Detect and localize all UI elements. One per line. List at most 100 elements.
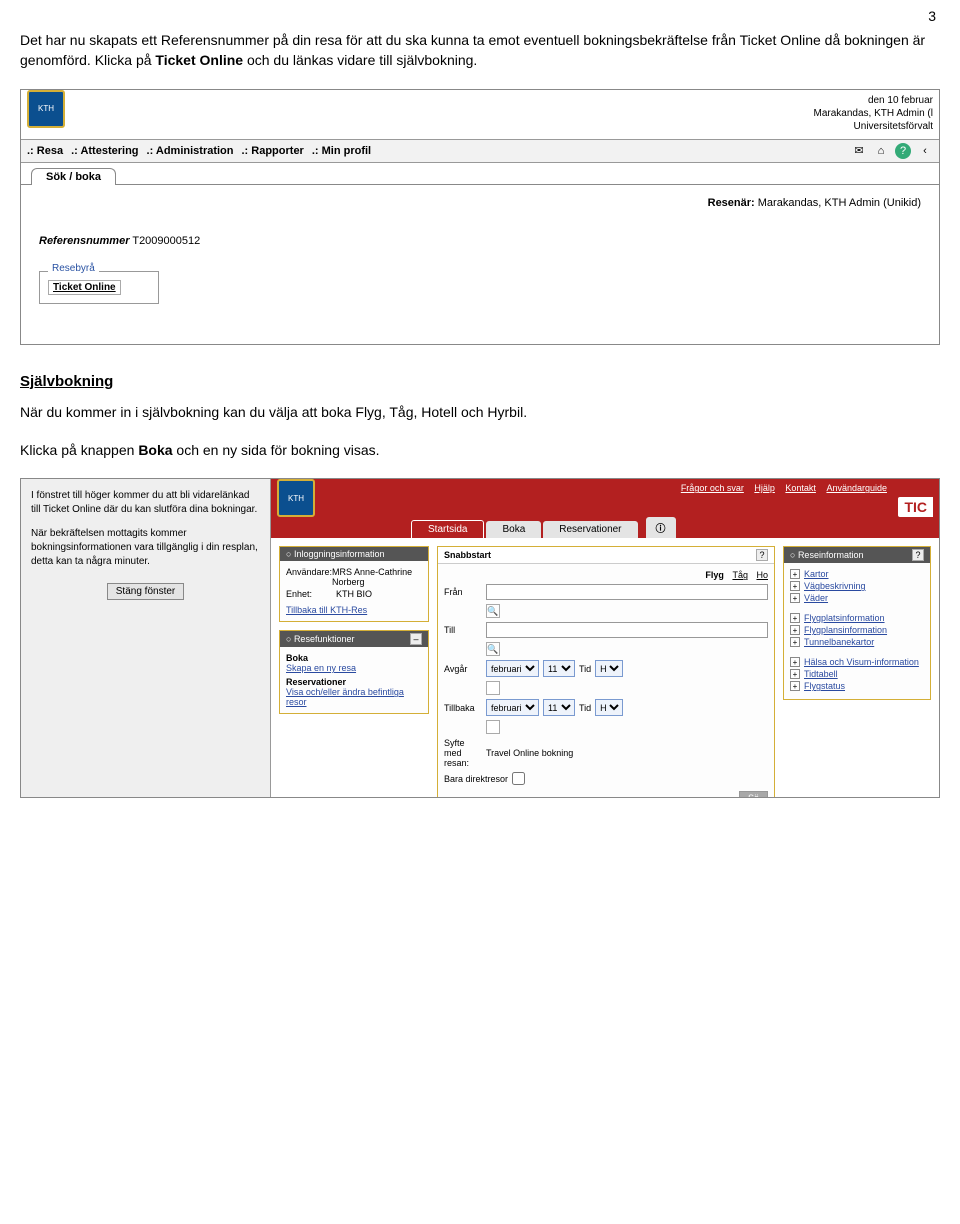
to-input[interactable] — [486, 622, 768, 638]
unit-key: Enhet: — [286, 589, 336, 599]
traveller-label: Resenär: — [708, 197, 755, 209]
link-flygstatus[interactable]: Flygstatus — [804, 681, 845, 691]
click-boka-bold: Boka — [138, 442, 172, 458]
quickstart-help-icon[interactable]: ? — [756, 549, 768, 561]
tab-search-book[interactable]: Sök / boka — [31, 168, 116, 185]
self-booking-heading: Självbokning — [20, 373, 940, 390]
header-org: Universitetsförvalt — [814, 120, 934, 133]
red-menu: Startsida Boka Reservationer ⓘ — [271, 517, 939, 538]
plus-icon[interactable]: + — [790, 613, 800, 623]
travel-agency-label: Resebyrå — [48, 263, 99, 274]
kth-logo-small: KTH — [277, 479, 315, 517]
red-header: KTH Frågor och svar Hjälp Kontakt Använd… — [271, 479, 939, 517]
reference-label: Referensnummer — [39, 235, 129, 247]
quickstart-panel: Snabbstart? Flyg Tåg Ho Från 🔍 Till 🔍 — [437, 546, 775, 798]
top-link-guide[interactable]: Användarguide — [826, 483, 887, 493]
travel-agency-box: Resebyrå Ticket Online — [39, 271, 159, 304]
mail-icon[interactable]: ✉ — [851, 143, 867, 159]
menu-administration[interactable]: .: Administration — [147, 145, 234, 157]
return-tid: Tid — [579, 703, 591, 713]
qs-tab-ho[interactable]: Ho — [756, 570, 768, 580]
direct-label: Bara direktresor — [444, 774, 508, 784]
purpose-label: Syfte med resan: — [444, 738, 482, 768]
menu-rapporter[interactable]: .: Rapporter — [242, 145, 304, 157]
from-search-icon[interactable]: 🔍 — [486, 604, 500, 618]
link-tunnelbane[interactable]: Tunnelbanekartor — [804, 637, 874, 647]
return-calendar-icon[interactable] — [486, 720, 500, 734]
home-icon[interactable]: ⌂ — [873, 143, 889, 159]
depart-day-select[interactable]: 11 — [543, 660, 575, 677]
click-boka-a: Klicka på knappen — [20, 442, 138, 458]
intro-bold: Ticket Online — [155, 52, 243, 68]
screenshot-ticket-online: I fönstret till höger kommer du att bli … — [20, 478, 940, 798]
travel-info-header: ○ Reseinformation — [790, 550, 863, 560]
qs-tab-tag[interactable]: Tåg — [732, 570, 748, 580]
plus-icon[interactable]: + — [790, 593, 800, 603]
depart-month-select[interactable]: februari — [486, 660, 539, 677]
travel-info-help-icon[interactable]: ? — [912, 549, 924, 561]
user-key: Användare: — [286, 567, 332, 587]
rf-boka: Boka — [286, 653, 422, 663]
plus-icon[interactable]: + — [790, 581, 800, 591]
link-tidtabell[interactable]: Tidtabell — [804, 669, 838, 679]
travel-functions-header: ○ Resefunktioner — [286, 634, 354, 644]
search-button-disabled: Sö — [739, 791, 768, 798]
from-input[interactable] — [486, 584, 768, 600]
collapse-icon[interactable]: – — [410, 633, 422, 645]
link-vader[interactable]: Väder — [804, 593, 828, 603]
direct-checkbox[interactable] — [512, 772, 525, 785]
qs-tab-flyg[interactable]: Flyg — [705, 570, 724, 580]
depart-time-select[interactable]: He — [595, 660, 623, 677]
top-links: Frågor och svar Hjälp Kontakt Användargu… — [677, 483, 891, 493]
plus-icon[interactable]: + — [790, 569, 800, 579]
link-flygplats[interactable]: Flygplatsinformation — [804, 613, 885, 623]
return-month-select[interactable]: februari — [486, 699, 539, 716]
link-halsa-visum[interactable]: Hälsa och Visum-information — [804, 657, 919, 667]
ticket-online-link[interactable]: Ticket Online — [48, 280, 121, 295]
to-search-icon[interactable]: 🔍 — [486, 642, 500, 656]
top-link-faq[interactable]: Frågor och svar — [681, 483, 744, 493]
top-link-help[interactable]: Hjälp — [754, 483, 775, 493]
return-label: Tillbaka — [444, 703, 482, 713]
depart-tid: Tid — [579, 664, 591, 674]
from-label: Från — [444, 587, 482, 597]
back-to-kthres-link[interactable]: Tillbaka till KTH-Res — [286, 605, 367, 615]
info-icon[interactable]: ⓘ — [646, 517, 676, 538]
intro-text-b: och du länkas vidare till självbokning. — [243, 52, 477, 68]
menu-resa[interactable]: .: Resa — [27, 145, 63, 157]
login-info-panel: ○ Inloggningsinformation Användare:MRS A… — [279, 546, 429, 622]
link-kartor[interactable]: Kartor — [804, 569, 829, 579]
purpose-value: Travel Online bokning — [486, 748, 573, 758]
menu-min-profil[interactable]: .: Min profil — [312, 145, 371, 157]
depart-calendar-icon[interactable] — [486, 681, 500, 695]
menu-attestering[interactable]: .: Attestering — [71, 145, 138, 157]
plus-icon[interactable]: + — [790, 681, 800, 691]
rf-skapa-link[interactable]: Skapa en ny resa — [286, 663, 356, 673]
header-date: den 10 februar — [814, 94, 934, 107]
rf-reservationer: Reservationer — [286, 677, 422, 687]
self-booking-para: När du kommer in i självbokning kan du v… — [20, 402, 940, 422]
return-day-select[interactable]: 11 — [543, 699, 575, 716]
unit-val: KTH BIO — [336, 589, 372, 599]
tab-startsida[interactable]: Startsida — [411, 520, 484, 538]
plus-icon[interactable]: + — [790, 657, 800, 667]
link-vagbeskrivning[interactable]: Vägbeskrivning — [804, 581, 866, 591]
plus-icon[interactable]: + — [790, 637, 800, 647]
user-val: MRS Anne-Cathrine Norberg — [332, 567, 422, 587]
left-info-pane: I fönstret till höger kommer du att bli … — [21, 479, 271, 797]
page-number: 3 — [928, 8, 936, 24]
plus-icon[interactable]: + — [790, 625, 800, 635]
tab-reservationer[interactable]: Reservationer — [543, 521, 637, 538]
header-user: Marakandas, KTH Admin (l — [814, 107, 934, 120]
more-icon[interactable]: ‹ — [917, 143, 933, 159]
click-boka-para: Klicka på knappen Boka och en ny sida fö… — [20, 440, 940, 460]
plus-icon[interactable]: + — [790, 669, 800, 679]
top-link-contact[interactable]: Kontakt — [785, 483, 816, 493]
return-time-select[interactable]: He — [595, 699, 623, 716]
tab-boka[interactable]: Boka — [486, 521, 541, 538]
rf-visa-link[interactable]: Visa och/eller ändra befintliga resor — [286, 687, 404, 707]
help-icon[interactable]: ? — [895, 143, 911, 159]
click-boka-b: och en ny sida för bokning visas. — [173, 442, 380, 458]
close-window-button[interactable]: Stäng fönster — [107, 583, 184, 600]
link-flygplans[interactable]: Flygplansinformation — [804, 625, 887, 635]
